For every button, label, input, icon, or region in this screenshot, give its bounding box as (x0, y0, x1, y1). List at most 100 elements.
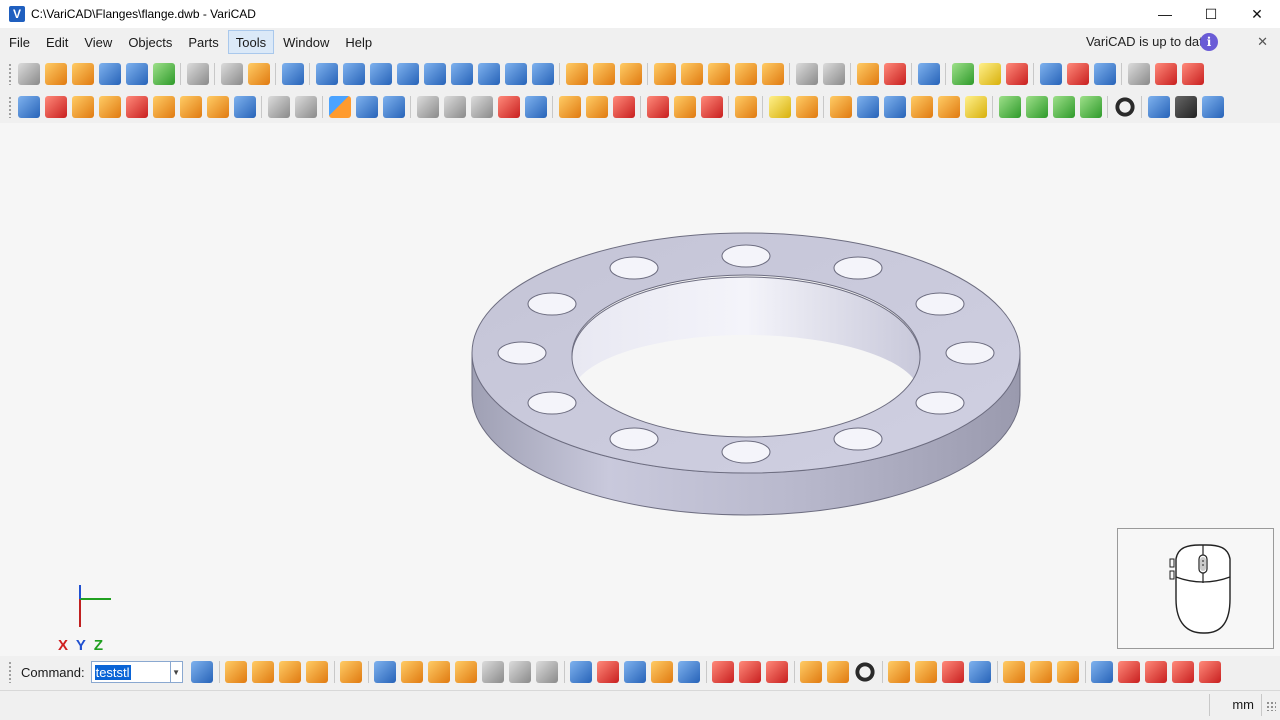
wireframe-box-icon[interactable] (267, 95, 290, 118)
save-part-icon[interactable] (827, 661, 850, 683)
helix-icon[interactable] (619, 62, 642, 85)
query-surface-icon[interactable] (252, 661, 275, 683)
mass-properties-icon[interactable] (856, 95, 879, 118)
constraint-tree-icon[interactable] (795, 95, 818, 118)
group-swap-icon[interactable] (1057, 661, 1080, 683)
menu-parts[interactable]: Parts (181, 30, 225, 54)
part-edit-icon[interactable] (612, 95, 635, 118)
truncated-cone-icon[interactable] (396, 62, 419, 85)
zoom-in-icon[interactable] (998, 95, 1021, 118)
move-view-icon[interactable] (1093, 62, 1116, 85)
assembly-link-icon[interactable] (673, 95, 696, 118)
cancel-icon[interactable] (1145, 661, 1168, 683)
save-all-icon[interactable] (152, 62, 175, 85)
save-as-icon[interactable] (125, 62, 148, 85)
copy-object-icon[interactable] (125, 95, 148, 118)
zoom-window-icon[interactable] (951, 62, 974, 85)
boolean-icon[interactable] (856, 62, 879, 85)
2d-mode-icon[interactable] (1147, 95, 1170, 118)
group-up-icon[interactable] (1003, 661, 1026, 683)
box-solid-icon[interactable] (315, 62, 338, 85)
shell-icon[interactable] (761, 62, 784, 85)
query-joint-icon[interactable] (306, 661, 329, 683)
layers-icon[interactable] (570, 661, 593, 683)
angle-check-icon[interactable] (910, 95, 933, 118)
layer-move-icon[interactable] (597, 661, 620, 683)
color-settings-icon[interactable] (328, 95, 351, 118)
view-cube-icon[interactable] (1005, 62, 1028, 85)
open-part-icon[interactable] (800, 661, 823, 683)
coil-icon[interactable] (536, 661, 559, 683)
toolbar-grip[interactable] (8, 62, 12, 85)
part-remove-icon[interactable] (585, 95, 608, 118)
anchor-icon[interactable] (179, 95, 202, 118)
display-settings-icon[interactable] (917, 62, 940, 85)
sphere-solid-icon[interactable] (531, 62, 554, 85)
resize-grip-icon[interactable] (1266, 701, 1276, 711)
menu-window[interactable]: Window (276, 30, 336, 54)
revolve-icon[interactable] (592, 62, 615, 85)
select-object-icon[interactable] (17, 95, 40, 118)
group-anchor-icon[interactable] (206, 95, 229, 118)
fillet-icon[interactable] (497, 95, 520, 118)
part-insert-icon[interactable] (558, 95, 581, 118)
previous-view-icon[interactable] (1052, 95, 1075, 118)
pipe-icon[interactable] (428, 661, 451, 683)
distance-icon[interactable] (883, 95, 906, 118)
attribute-icon[interactable] (152, 95, 175, 118)
toolbar-grip[interactable] (8, 661, 12, 683)
hidden-line-icon[interactable] (294, 95, 317, 118)
paste-icon[interactable] (247, 62, 270, 85)
command-input[interactable]: teststl (90, 661, 171, 683)
fluid-icon[interactable] (678, 661, 701, 683)
cable-icon[interactable] (712, 661, 735, 683)
pipe-solid-icon[interactable] (423, 62, 446, 85)
query-solid-icon[interactable] (279, 661, 302, 683)
zoom-all-icon[interactable] (978, 62, 1001, 85)
coordinate-system-icon[interactable] (1039, 62, 1062, 85)
3d-viewport[interactable]: X Y Z (0, 123, 1280, 656)
drill-icon[interactable] (416, 95, 439, 118)
bearing-icon[interactable] (401, 661, 424, 683)
collision-icon[interactable] (937, 95, 960, 118)
open-file-icon[interactable] (44, 62, 67, 85)
mechanical-part-icon[interactable] (374, 661, 397, 683)
insert-down-icon[interactable] (888, 661, 911, 683)
rotate-part-icon[interactable] (854, 661, 877, 683)
undo-icon[interactable] (281, 62, 304, 85)
exit-view-icon[interactable] (1181, 62, 1204, 85)
group-icon[interactable] (734, 95, 757, 118)
group-down-icon[interactable] (1030, 661, 1053, 683)
assembly-icon[interactable] (646, 95, 669, 118)
menu-help[interactable]: Help (338, 30, 379, 54)
thread-icon[interactable] (443, 95, 466, 118)
bom-icon[interactable] (964, 95, 987, 118)
3d-mode-icon[interactable] (1201, 95, 1224, 118)
loft-icon[interactable] (653, 62, 676, 85)
close-button[interactable]: ✕ (1234, 0, 1280, 28)
command-history-dropdown[interactable]: ▼ (170, 661, 183, 683)
transform-view-icon[interactable] (1154, 62, 1177, 85)
cone-solid-icon[interactable] (369, 62, 392, 85)
menu-view[interactable]: View (77, 30, 119, 54)
spring-icon[interactable] (482, 661, 505, 683)
cylinder-solid-icon[interactable] (342, 62, 365, 85)
insert-up-icon[interactable] (915, 661, 938, 683)
reopen-file-icon[interactable] (71, 62, 94, 85)
layer-copy-icon[interactable] (624, 661, 647, 683)
cancel-all-icon[interactable] (1172, 661, 1195, 683)
copy-icon[interactable] (220, 62, 243, 85)
solid-settings-icon[interactable] (822, 62, 845, 85)
cable-route-icon[interactable] (739, 661, 762, 683)
close-notice-icon[interactable]: ✕ (1257, 34, 1268, 50)
chamfer-icon[interactable] (524, 95, 547, 118)
export-icon[interactable] (191, 661, 214, 683)
elbow-solid-icon[interactable] (477, 62, 500, 85)
query-vertex-icon[interactable] (225, 661, 248, 683)
pipe-sweep-icon[interactable] (707, 62, 730, 85)
next-view-icon[interactable] (1079, 95, 1102, 118)
menu-file[interactable]: File (2, 30, 37, 54)
insert-solid-icon[interactable] (795, 62, 818, 85)
gear-icon[interactable] (509, 661, 532, 683)
torus-solid-icon[interactable] (504, 62, 527, 85)
